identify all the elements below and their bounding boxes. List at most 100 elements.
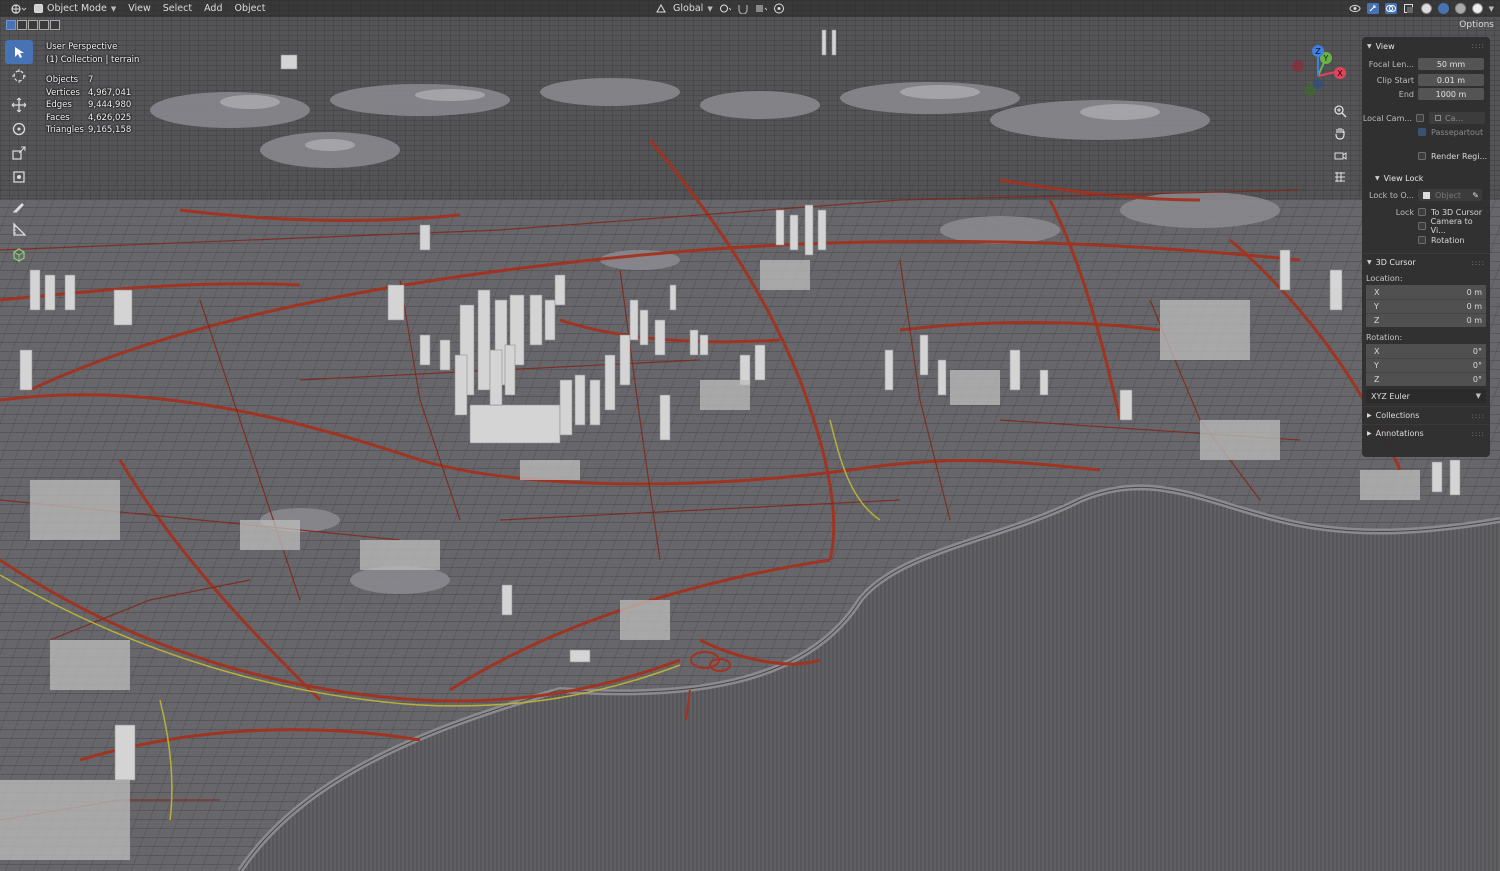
drag-handle-icon[interactable]: :::: <box>1472 412 1485 420</box>
camera-to-view-checkbox[interactable] <box>1417 222 1426 230</box>
ortho-toggle-button[interactable] <box>1331 166 1349 188</box>
pan-button[interactable] <box>1331 122 1349 144</box>
lock-to-object-row: Lock to O... Object ✎ <box>1362 187 1490 203</box>
view-lock-header[interactable]: ▼ View Lock <box>1362 169 1490 187</box>
cursor-tool[interactable] <box>5 64 33 88</box>
transform-orientation-icon <box>655 3 667 14</box>
overlays-toggle-icon[interactable] <box>1384 3 1397 14</box>
annotate-tool[interactable] <box>5 194 33 218</box>
render-region-checkbox[interactable] <box>1418 152 1426 160</box>
options-dropdown[interactable]: Options <box>1459 20 1494 30</box>
transform-tool[interactable] <box>5 165 33 189</box>
stat-vertices: Vertices 4,967,041 <box>46 87 132 98</box>
eyedropper-icon[interactable]: ✎ <box>1472 191 1479 200</box>
gizmo-neg-z-handle[interactable] <box>1313 79 1323 89</box>
hand-icon <box>1335 128 1345 140</box>
transform-icon <box>13 171 25 183</box>
cursor-rotation-x[interactable]: X 0° <box>1366 344 1486 358</box>
3d-viewport[interactable] <box>0 0 1500 871</box>
cursor-location-x[interactable]: X0 m <box>1366 285 1486 299</box>
gizmo-y-label: Y <box>1323 54 1329 63</box>
xray-toggle-icon[interactable] <box>1403 3 1415 14</box>
rotate-tool[interactable] <box>5 117 33 141</box>
terrain-scene <box>0 0 1500 871</box>
chevron-down-icon: ▼ <box>1475 392 1481 400</box>
chevron-down-icon: ▼ <box>707 4 713 13</box>
zoom-button[interactable] <box>1331 100 1349 122</box>
lock-rotation-checkbox[interactable] <box>1418 236 1426 244</box>
view-panel-header[interactable]: ▼ View :::: <box>1362 37 1490 55</box>
menu-add[interactable]: Add <box>198 3 228 14</box>
clip-end-field[interactable]: 1000 m <box>1418 88 1484 100</box>
pivot-point-icon[interactable] <box>719 3 731 14</box>
3d-cursor-panel-header[interactable]: ▼ 3D Cursor :::: <box>1362 253 1490 271</box>
scale-tool[interactable] <box>5 141 33 165</box>
select-subtract-icon[interactable] <box>28 20 38 30</box>
local-camera-field[interactable]: Ca... <box>1429 112 1485 124</box>
annotations-panel-header[interactable]: ▶ Annotations :::: <box>1362 424 1490 442</box>
local-camera-row: Local Cam... Ca... <box>1362 111 1490 125</box>
select-new-icon[interactable] <box>6 20 16 30</box>
focal-length-row: Focal Len... 50 mm <box>1362 57 1490 71</box>
cursor-location-z[interactable]: Z0 m <box>1366 313 1486 327</box>
camera-to-view-row: Camera to Vi... <box>1362 217 1490 235</box>
visibility-icon[interactable] <box>1349 3 1361 14</box>
select-intersect-icon[interactable] <box>50 20 60 30</box>
drag-handle-icon[interactable]: :::: <box>1472 42 1485 50</box>
camera-view-button[interactable] <box>1331 144 1349 166</box>
menu-view[interactable]: View <box>122 3 157 14</box>
local-camera-checkbox[interactable] <box>1416 114 1424 122</box>
mode-selector[interactable]: Object Mode ▼ <box>28 3 122 14</box>
cursor-location-y[interactable]: Y0 m <box>1366 299 1486 313</box>
lock-to-object-field[interactable]: Object ✎ <box>1418 189 1482 201</box>
clip-start-field[interactable]: 0.01 m <box>1418 74 1484 86</box>
transform-orientation-label: Global <box>673 3 704 14</box>
select-box-tool[interactable] <box>5 40 33 64</box>
lock-label: Lock <box>1395 207 1414 217</box>
cursor-location-label: Location: <box>1366 273 1403 283</box>
stat-triangles: Triangles 9,165,158 <box>46 125 132 135</box>
chevron-right-icon: ▶ <box>1367 412 1372 419</box>
select-invert-icon[interactable] <box>39 20 49 30</box>
passepartout-checkbox[interactable] <box>1418 128 1426 136</box>
navigation-gizmo[interactable]: X Y Z <box>1288 42 1354 106</box>
gizmo-neg-x-handle[interactable] <box>1292 60 1304 72</box>
rotation-mode-dropdown[interactable]: XYZ Euler ▼ <box>1366 389 1486 403</box>
move-tool[interactable] <box>5 93 33 117</box>
snap-target-icon[interactable] <box>755 3 767 14</box>
stat-objects: Objects 7 <box>46 75 94 85</box>
render-region-row: Render Regi... <box>1362 149 1490 163</box>
measure-tool[interactable] <box>5 218 33 242</box>
lock-rotation-row: Rotation <box>1362 233 1490 247</box>
cursor-rotation-z[interactable]: Z 0° <box>1366 372 1486 386</box>
solid-shading-icon[interactable] <box>1437 3 1449 14</box>
proportional-editing-icon[interactable] <box>773 3 785 14</box>
lock-to-object-label: Lock to O... <box>1369 190 1414 200</box>
transform-orientation-dropdown[interactable]: Global ▼ <box>673 3 713 14</box>
to-3d-cursor-checkbox[interactable] <box>1418 208 1426 216</box>
drag-handle-icon[interactable]: :::: <box>1472 259 1485 267</box>
menu-select[interactable]: Select <box>157 3 198 14</box>
ruler-icon <box>13 222 27 236</box>
navigation-buttons <box>1331 100 1349 188</box>
focal-length-label: Focal Len... <box>1368 59 1414 69</box>
chevron-down-icon[interactable]: ▼ <box>1489 5 1494 13</box>
wireframe-shading-icon[interactable] <box>1420 3 1432 14</box>
snap-icon[interactable] <box>737 3 749 14</box>
collection-label: (1) Collection | terrain <box>46 54 140 65</box>
editor-type-button[interactable] <box>4 3 28 15</box>
rendered-shading-icon[interactable] <box>1471 3 1483 14</box>
material-shading-icon[interactable] <box>1454 3 1466 14</box>
viewport-editor-icon <box>10 3 28 15</box>
lock-to-object-placeholder: Object <box>1435 190 1462 200</box>
gizmo-toggle-icon[interactable] <box>1366 3 1379 14</box>
menu-object[interactable]: Object <box>229 3 272 14</box>
focal-length-field[interactable]: 50 mm <box>1418 58 1484 70</box>
select-extend-icon[interactable] <box>17 20 27 30</box>
chevron-down-icon: ▼ <box>1367 259 1372 266</box>
drag-handle-icon[interactable]: :::: <box>1472 430 1485 438</box>
add-cube-tool[interactable] <box>5 242 33 266</box>
add-cube-icon <box>13 248 25 262</box>
collections-panel-header[interactable]: ▶ Collections :::: <box>1362 406 1490 424</box>
cursor-rotation-y[interactable]: Y 0° <box>1366 358 1486 372</box>
